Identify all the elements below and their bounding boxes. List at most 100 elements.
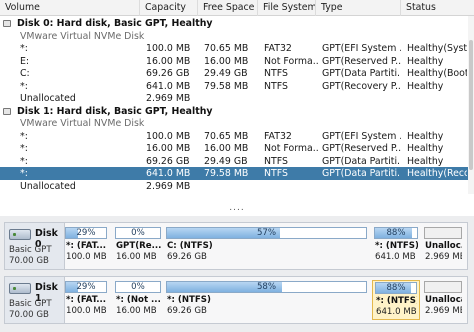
- unallocated-block[interactable]: Unalloc...2.969 MB: [422, 226, 464, 266]
- disk-icon: [3, 20, 11, 27]
- partition-block[interactable]: 88% *: (NTFS) 641.0 MB: [372, 280, 420, 320]
- table-row[interactable]: *: 69.26 GB 29.49 GB NTFS GPT(Data Partiti..…: [0, 155, 468, 168]
- free-space-cell: 16.00 MB: [204, 143, 249, 154]
- partition-block[interactable]: 88% *: (NTFS) 641.0 MB: [372, 226, 420, 266]
- column-header-capacity[interactable]: Capacity: [140, 0, 198, 16]
- usage-bar: 88%: [374, 227, 418, 239]
- partition-name: *: (NTFS): [376, 296, 417, 306]
- type-cell: GPT(Recovery P...: [322, 80, 401, 92]
- capacity-cell: 69.26 GB: [146, 155, 190, 167]
- disk-type: Basic GPT: [9, 299, 52, 309]
- disk-label[interactable]: Disk 0 Basic GPT 70.00 GB: [5, 223, 65, 269]
- volume-cell: *:: [20, 130, 28, 142]
- file-system-cell: Not Forma...: [264, 143, 318, 154]
- volume-cell: *:: [20, 143, 28, 154]
- usage-bar: 29%: [65, 227, 107, 239]
- volume-cell: *:: [20, 80, 28, 92]
- column-header-file-system[interactable]: File System: [258, 0, 316, 16]
- disk-row[interactable]: Disk 0: Hard disk, Basic GPT, Healthy: [0, 17, 468, 30]
- capacity-cell: 69.26 GB: [146, 68, 190, 79]
- disk-label[interactable]: Disk 1 Basic GPT 70.00 GB: [5, 277, 65, 323]
- status-cell: Healthy(Syste: [407, 43, 467, 54]
- table-row[interactable]: Unallocated 2.969 MB: [0, 92, 468, 105]
- partition-name: *: (Not ...: [116, 295, 161, 305]
- status-cell: Healthy: [407, 155, 444, 167]
- partition-size: 641.0 MB: [376, 307, 417, 317]
- partition-size: 641.0 MB: [375, 252, 416, 262]
- capacity-cell: 100.0 MB: [146, 130, 191, 142]
- partition-size: 2.969 MB: [425, 306, 462, 316]
- table-row[interactable]: *: 100.0 MB 70.65 MB FAT32 GPT(EFI System ..…: [0, 42, 468, 55]
- disk-size: 70.00 GB: [9, 256, 49, 266]
- column-header-type[interactable]: Type: [316, 0, 401, 16]
- hard-disk-icon: [9, 283, 31, 294]
- table-row[interactable]: C: 69.26 GB 29.49 GB NTFS GPT(Data Partiti..…: [0, 67, 468, 80]
- usage-percent: 88%: [386, 283, 406, 293]
- disk-model-row: VMware Virtual NVMe Disk: [0, 117, 468, 130]
- table-row[interactable]: Unallocated 2.969 MB: [0, 180, 468, 193]
- type-cell: GPT(Data Partiti...: [322, 155, 401, 167]
- volume-cell: C:: [20, 68, 30, 79]
- type-cell: GPT(Reserved P...: [322, 55, 401, 67]
- volume-cell: *:: [20, 168, 28, 179]
- usage-percent: 29%: [76, 228, 96, 238]
- vertical-scrollbar[interactable]: [468, 16, 474, 194]
- file-system-cell: NTFS: [264, 168, 288, 179]
- disk-map: Disk 0 Basic GPT 70.00 GB 29% *: (FAT... 100.…: [0, 216, 474, 332]
- file-system-cell: Not Forma...: [264, 55, 318, 67]
- usage-percent: 57%: [256, 228, 277, 238]
- usage-bar: [424, 281, 462, 293]
- partition-table: Volume Capacity Free Space File System T…: [0, 0, 474, 196]
- usage-bar: [424, 227, 462, 239]
- partition-name: Unallocated: [425, 295, 462, 305]
- usage-percent: 0%: [131, 282, 145, 292]
- table-row[interactable]: *: 16.00 MB 16.00 MB Not Forma... GPT(Reserv…: [0, 142, 468, 155]
- file-system-cell: NTFS: [264, 155, 288, 167]
- column-header-status[interactable]: Status: [401, 0, 474, 16]
- disk-size: 70.00 GB: [9, 310, 49, 320]
- partition-block[interactable]: 58% *: (NTFS) 69.26 GB: [164, 280, 369, 320]
- partition-block[interactable]: 57% C: (NTFS) 69.26 GB: [164, 226, 369, 266]
- type-cell: GPT(Data Partiti...: [322, 68, 401, 79]
- table-row[interactable]: *: 641.0 MB 79.58 MB NTFS GPT(Recovery P... H…: [0, 80, 468, 93]
- volume-cell: *:: [20, 155, 28, 167]
- partition-block[interactable]: 0% GPT(Re... 16.00 MB: [113, 226, 163, 266]
- volume-cell: E:: [20, 55, 30, 67]
- type-cell: GPT(Data Partiti...: [322, 168, 401, 179]
- table-row[interactable]: E: 16.00 MB 16.00 MB Not Forma... GPT(Reserv…: [0, 55, 468, 68]
- status-cell: Healthy: [407, 55, 444, 67]
- disk-panel: Disk 0 Basic GPT 70.00 GB 29% *: (FAT... 100.…: [4, 222, 468, 270]
- disk-model: VMware Virtual NVMe Disk: [20, 30, 145, 42]
- scrollbar-thumb[interactable]: [469, 40, 473, 170]
- pane-splitter[interactable]: ....: [0, 204, 474, 214]
- disk-row[interactable]: Disk 1: Hard disk, Basic GPT, Healthy: [0, 105, 468, 118]
- unallocated-block[interactable]: Unallocated2.969 MB: [422, 280, 464, 320]
- partition-size: 2.969 MB: [425, 252, 462, 262]
- usage-bar: 58%: [166, 281, 367, 293]
- partition-name: *: (FAT...: [66, 241, 107, 251]
- capacity-cell: 16.00 MB: [146, 55, 191, 67]
- column-header-volume[interactable]: Volume: [0, 0, 140, 16]
- partition-name: *: (NTFS): [167, 295, 211, 305]
- usage-percent: 29%: [76, 282, 96, 292]
- file-system-cell: NTFS: [264, 68, 288, 79]
- capacity-cell: 641.0 MB: [146, 168, 191, 179]
- capacity-cell: 2.969 MB: [146, 180, 191, 192]
- usage-bar: 88%: [375, 282, 417, 294]
- free-space-cell: 79.58 MB: [204, 168, 249, 179]
- partition-block[interactable]: 29% *: (FAT... 100.0 MB: [63, 226, 109, 266]
- free-space-cell: 29.49 GB: [204, 68, 248, 79]
- partition-block[interactable]: 29% *: (FAT... 100.0 MB: [63, 280, 109, 320]
- free-space-cell: 70.65 MB: [204, 130, 249, 142]
- file-system-cell: FAT32: [264, 130, 292, 142]
- partition-name: C: (NTFS): [167, 241, 213, 251]
- partition-block[interactable]: 0% *: (Not ... 16.00 MB: [113, 280, 163, 320]
- table-row[interactable]: *: 641.0 MB 79.58 MB NTFS GPT(Data Partiti..…: [0, 167, 468, 180]
- disk-type: Basic GPT: [9, 245, 52, 255]
- column-header-free-space[interactable]: Free Space: [198, 0, 258, 16]
- free-space-cell: 29.49 GB: [204, 155, 248, 167]
- table-row[interactable]: *: 100.0 MB 70.65 MB FAT32 GPT(EFI System ..…: [0, 130, 468, 143]
- capacity-cell: 2.969 MB: [146, 93, 191, 104]
- disk-icon: [3, 107, 11, 115]
- status-cell: Healthy: [407, 143, 444, 154]
